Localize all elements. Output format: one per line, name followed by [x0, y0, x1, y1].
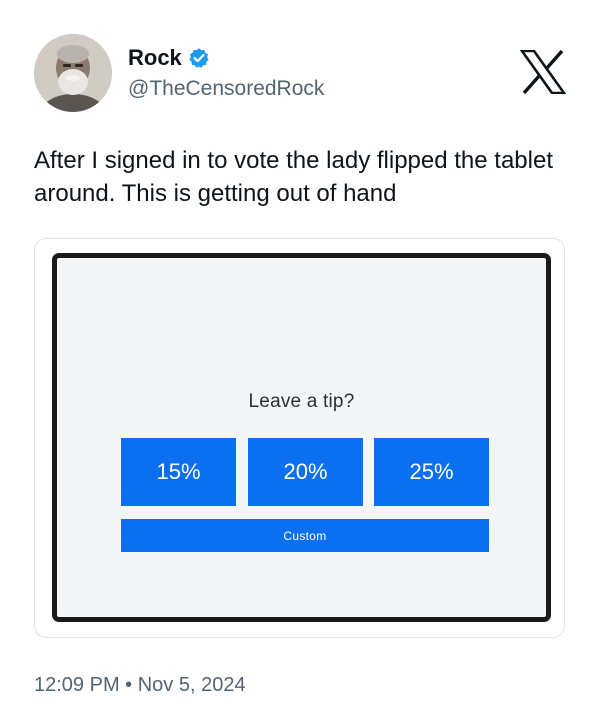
- tweet-media-card[interactable]: Leave a tip? 15% 20% 25% Custom: [34, 238, 565, 638]
- tweet-timestamp[interactable]: 12:09 PM • Nov 5, 2024: [34, 672, 246, 698]
- tip-20-button: 20%: [248, 438, 363, 506]
- tip-custom-button: Custom: [121, 519, 489, 552]
- tip-25-button: 25%: [374, 438, 489, 506]
- tip-prompt: Leave a tip?: [248, 391, 355, 412]
- author-display-name[interactable]: Rock: [128, 44, 182, 72]
- tip-15-button: 15%: [121, 438, 236, 506]
- x-logo-icon[interactable]: [520, 50, 566, 94]
- author-name-row[interactable]: Rock: [128, 44, 210, 72]
- avatar[interactable]: [34, 34, 112, 112]
- author-handle[interactable]: @TheCensoredRock: [128, 75, 324, 103]
- tweet-text: After I signed in to vote the lady flipp…: [34, 147, 553, 207]
- tablet-screen: Leave a tip? 15% 20% 25% Custom: [52, 253, 551, 622]
- verified-badge-icon: [188, 47, 210, 69]
- profile-photo-icon: [34, 34, 112, 112]
